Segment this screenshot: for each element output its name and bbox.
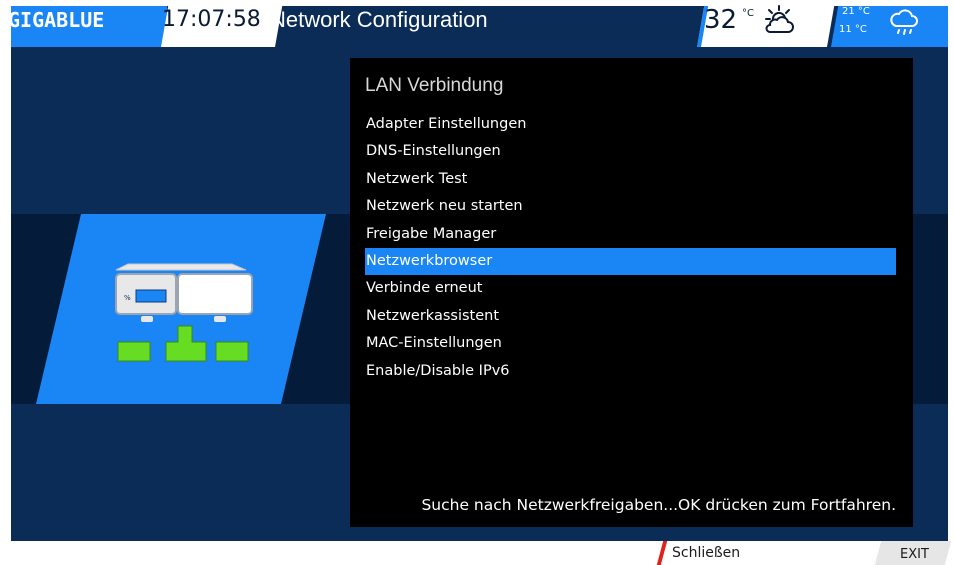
rain-cloud-icon [890,9,918,35]
menu-title: LAN Verbindung [365,75,504,96]
menu-item-freigabe-manager[interactable]: Freigabe Manager [365,221,896,248]
exit-button[interactable]: EXIT [900,547,929,562]
menu-item-netzwerk-neu-starten[interactable]: Netzwerk neu starten [365,193,896,220]
svg-text:%: % [124,294,131,302]
status-message: Suche nach Netzwerkfreigaben...OK drücke… [421,496,896,514]
menu-item-netzwerkbrowser[interactable]: Netzwerkbrowser [365,247,896,276]
clock: 17:07:58 [162,7,261,32]
footer-bar [11,541,948,565]
screen: GIGABLUE 17:07:58 Network Configuration … [0,0,954,565]
forecast-low-temperature: 11 °C [839,24,867,35]
menu-panel: LAN Verbindung Adapter Einstellungen DNS… [350,58,913,527]
menu-item-enable-disable-ipv6[interactable]: Enable/Disable IPv6 [365,358,896,385]
menu-item-netzwerkassistent[interactable]: Netzwerkassistent [365,303,896,330]
sun-cloud-icon [765,5,794,33]
menu-item-dns-einstellungen[interactable]: DNS-Einstellungen [365,138,896,165]
menu-item-adapter-einstellungen[interactable]: Adapter Einstellungen [365,111,896,138]
menu-list: Adapter Einstellungen DNS-Einstellungen … [365,111,896,385]
network-illustration: % [36,214,326,404]
temperature-unit: °C [742,8,754,19]
current-temperature: 32 [704,5,738,35]
close-button[interactable]: Schließen [672,545,740,561]
menu-item-netzwerk-test[interactable]: Netzwerk Test [365,166,896,193]
menu-item-mac-einstellungen[interactable]: MAC-Einstellungen [365,330,896,357]
menu-item-verbinde-erneut[interactable]: Verbinde erneut [365,275,896,302]
page-title: Network Configuration [270,7,488,32]
brand-logo: GIGABLUE [8,8,105,32]
network-device-icon: % [36,214,326,404]
forecast-high-temperature: 21 °C [842,6,870,17]
